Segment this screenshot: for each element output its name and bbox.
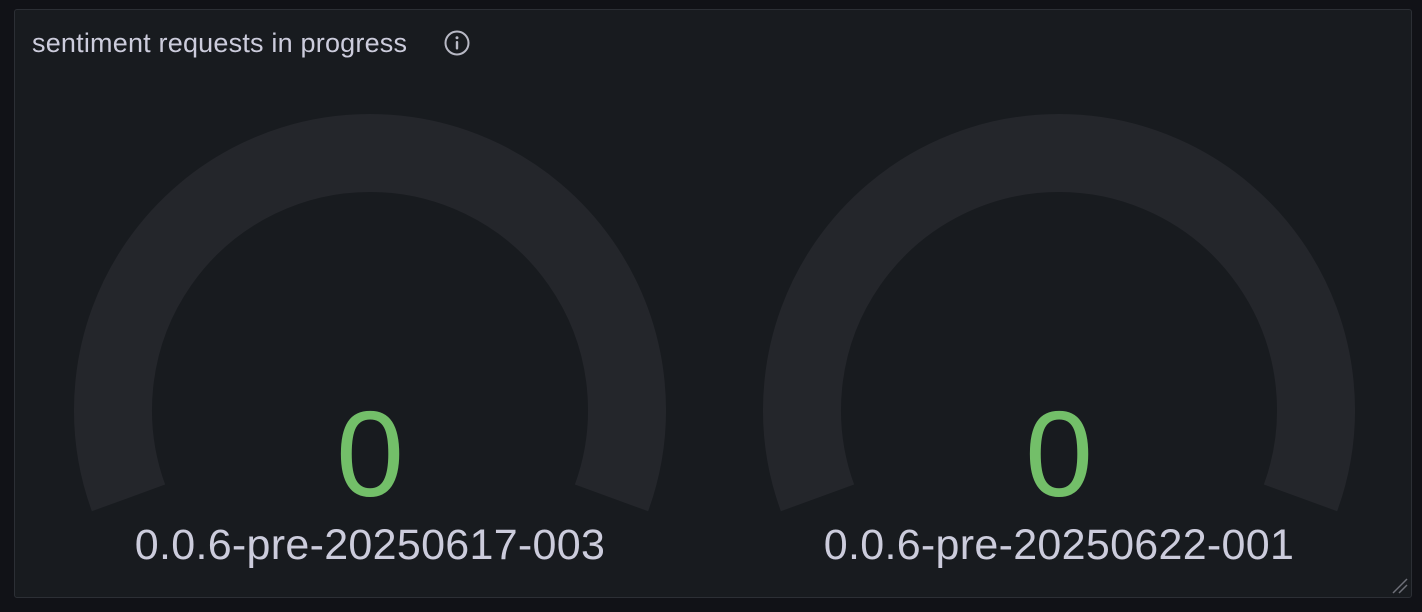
gauge-value: 0 [1025,386,1093,522]
gauge-label: 0.0.6-pre-20250617-003 [134,521,606,569]
gauge-panel: sentiment requests in progress 0 0.0.6-p… [14,9,1412,598]
gauge-value: 0 [336,386,404,522]
gauges-container: 0 0.0.6-pre-20250617-003 0 0.0.6-pre-202… [15,10,1411,597]
gauge-label: 0.0.6-pre-20250622-001 [823,521,1295,569]
resize-handle-icon[interactable] [1389,575,1409,595]
